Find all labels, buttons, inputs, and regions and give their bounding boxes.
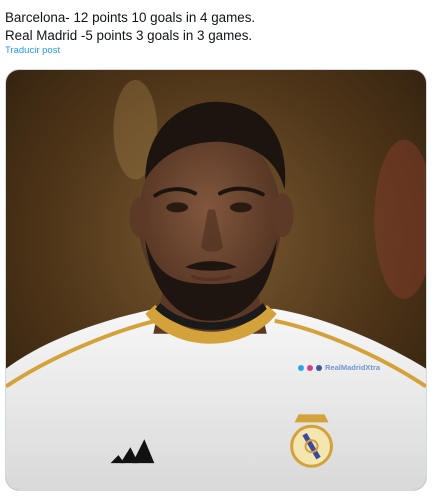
photo-illustration xyxy=(6,70,426,490)
tweet-image[interactable]: RealMadridXtra xyxy=(5,69,427,491)
tweet-text: Barcelona- 12 points 10 goals in 4 games… xyxy=(5,9,425,45)
social-icon-3 xyxy=(316,364,322,371)
tweet-line-2: Real Madrid -5 points 3 goals in 3 games… xyxy=(5,28,253,43)
watermark: RealMadridXtra xyxy=(298,363,380,372)
tweet-line-1: Barcelona- 12 points 10 goals in 4 games… xyxy=(5,10,256,25)
social-icon-2 xyxy=(307,364,313,371)
translate-post-link[interactable]: Traducir post xyxy=(5,45,60,56)
social-icon-1 xyxy=(298,364,304,371)
watermark-text: RealMadridXtra xyxy=(325,363,381,372)
club-crest-icon xyxy=(290,414,333,468)
